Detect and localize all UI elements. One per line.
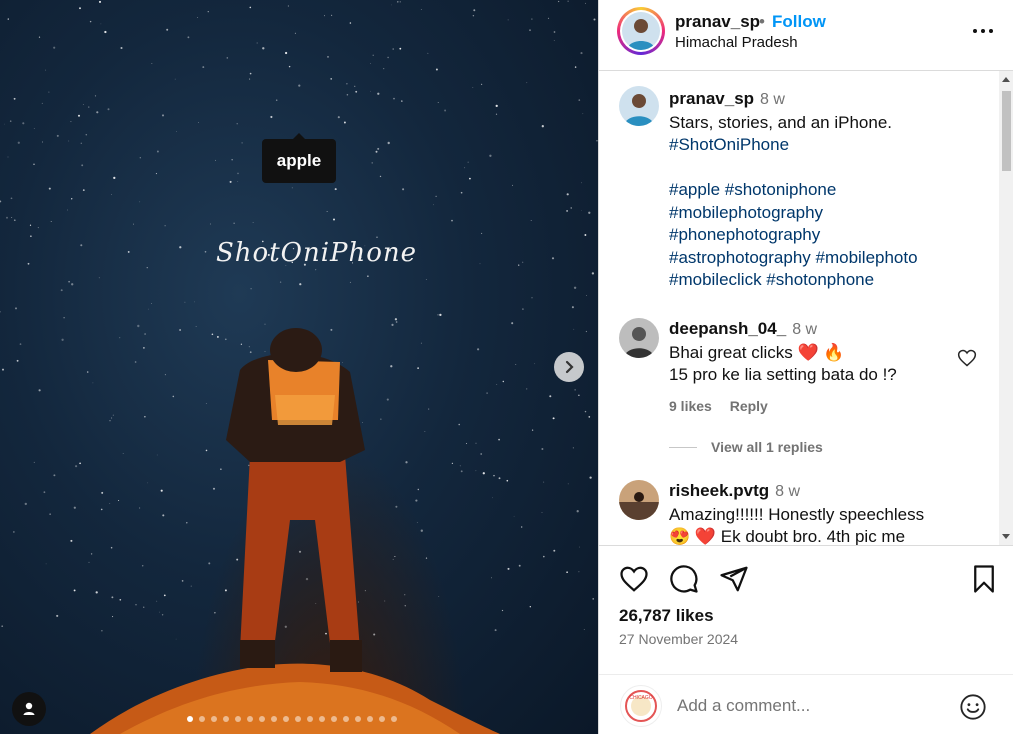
tagged-users-button[interactable] [12, 692, 46, 726]
author-avatar-story-ring[interactable] [617, 7, 665, 55]
slide-dot [295, 716, 301, 722]
slide-dot [343, 716, 349, 722]
slide-dot [271, 716, 277, 722]
hashtag-link[interactable]: #phonephotography [669, 224, 999, 247]
post-header: pranav_sp • Follow Himachal Pradesh [599, 0, 1013, 71]
comment-text: Amazing!!!!!! Honestly speechless [669, 504, 925, 524]
slide-dot [331, 716, 337, 722]
post-location[interactable]: Himachal Pradesh [675, 34, 798, 51]
slide-dot [199, 716, 205, 722]
more-icon[interactable] [973, 24, 995, 38]
comment-icon[interactable] [669, 564, 699, 594]
avatar[interactable]: CHICAGO [620, 685, 662, 727]
slide-dot [187, 716, 193, 722]
author-username[interactable]: pranav_sp [675, 12, 760, 32]
add-comment-bar: CHICAGO [599, 674, 1013, 735]
comment-time[interactable]: 8 w [792, 321, 817, 338]
product-tag-label: apple [276, 151, 322, 170]
emoji-icon[interactable] [959, 693, 987, 721]
comment-time[interactable]: 8 w [775, 483, 800, 500]
post-date[interactable]: 27 November 2024 [619, 631, 738, 647]
avatar[interactable] [619, 480, 659, 520]
slide-dot [211, 716, 217, 722]
avatar [622, 12, 660, 50]
comment-input[interactable] [675, 695, 929, 717]
hashtag-link[interactable]: #mobilephotography [669, 202, 999, 225]
separator-dot: • [759, 12, 765, 31]
avatar[interactable] [619, 318, 659, 358]
avatar-logo-text: CHICAGO [629, 695, 652, 701]
comments-scroll-area[interactable]: pranav_sp 8 w Stars, stories, and an iPho… [599, 71, 1013, 546]
comment-text: 15 pro ke lia setting bata do !? [669, 365, 897, 384]
comment-likes[interactable]: 9 likes [669, 398, 712, 414]
caption-time[interactable]: 8 w [760, 91, 785, 108]
view-replies-label: View all 1 replies [711, 439, 823, 455]
comment-username[interactable]: deepansh_04_ [669, 319, 786, 338]
slide-dot [235, 716, 241, 722]
post-actions: 26,787 likes 27 November 2024 [599, 546, 1013, 666]
share-icon[interactable] [719, 564, 749, 594]
view-replies-button[interactable]: View all 1 replies [669, 439, 823, 455]
slide-dot [367, 716, 373, 722]
post-media[interactable]: apple ShotOniPhone [0, 0, 598, 734]
heart-icon[interactable] [619, 564, 649, 594]
comment-text: Bhai great clicks ❤️ 🔥 [669, 342, 845, 362]
slide-dot [283, 716, 289, 722]
slide-dot [223, 716, 229, 722]
comment-username[interactable]: risheek.pvtg [669, 481, 769, 500]
chevron-right-icon [565, 360, 574, 374]
comment-text: 😍 ❤️ Ek doubt bro. 4th pic me [669, 527, 906, 546]
post-details-panel: pranav_sp • Follow Himachal Pradesh pran… [598, 0, 1013, 734]
caption-text: Stars, stories, and an iPhone. [669, 112, 893, 132]
slide-dot [247, 716, 253, 722]
avatar[interactable] [619, 86, 659, 126]
caption-username[interactable]: pranav_sp [669, 89, 754, 108]
hashtag-link[interactable]: #apple #shotoniphone [669, 179, 999, 202]
heart-icon[interactable] [957, 348, 977, 368]
hashtag-link[interactable]: #astrophotography #mobilephoto [669, 247, 999, 270]
slide-dot [259, 716, 265, 722]
slide-dot [307, 716, 313, 722]
post-caption: pranav_sp 8 w Stars, stories, and an iPho… [669, 88, 999, 292]
next-slide-button[interactable] [554, 352, 584, 382]
slide-dot [319, 716, 325, 722]
slide-indicator [187, 716, 397, 722]
night-sky-photo [0, 0, 598, 734]
slide-dot [355, 716, 361, 722]
product-tag-tooltip[interactable]: apple [262, 133, 336, 183]
user-icon [23, 702, 35, 715]
hashtag-link[interactable]: #ShotOniPhone [669, 134, 999, 157]
slide-dot [379, 716, 385, 722]
photo-overlay-text: ShotOniPhone [216, 238, 418, 268]
scrollbar[interactable] [999, 71, 1013, 545]
likes-count[interactable]: 26,787 likes [619, 606, 714, 626]
follow-button[interactable]: Follow [772, 12, 826, 32]
hashtag-link[interactable]: #mobileclick #shotonphone [669, 269, 999, 292]
slide-dot [391, 716, 397, 722]
bookmark-icon[interactable] [969, 564, 999, 594]
reply-button[interactable]: Reply [730, 398, 768, 414]
